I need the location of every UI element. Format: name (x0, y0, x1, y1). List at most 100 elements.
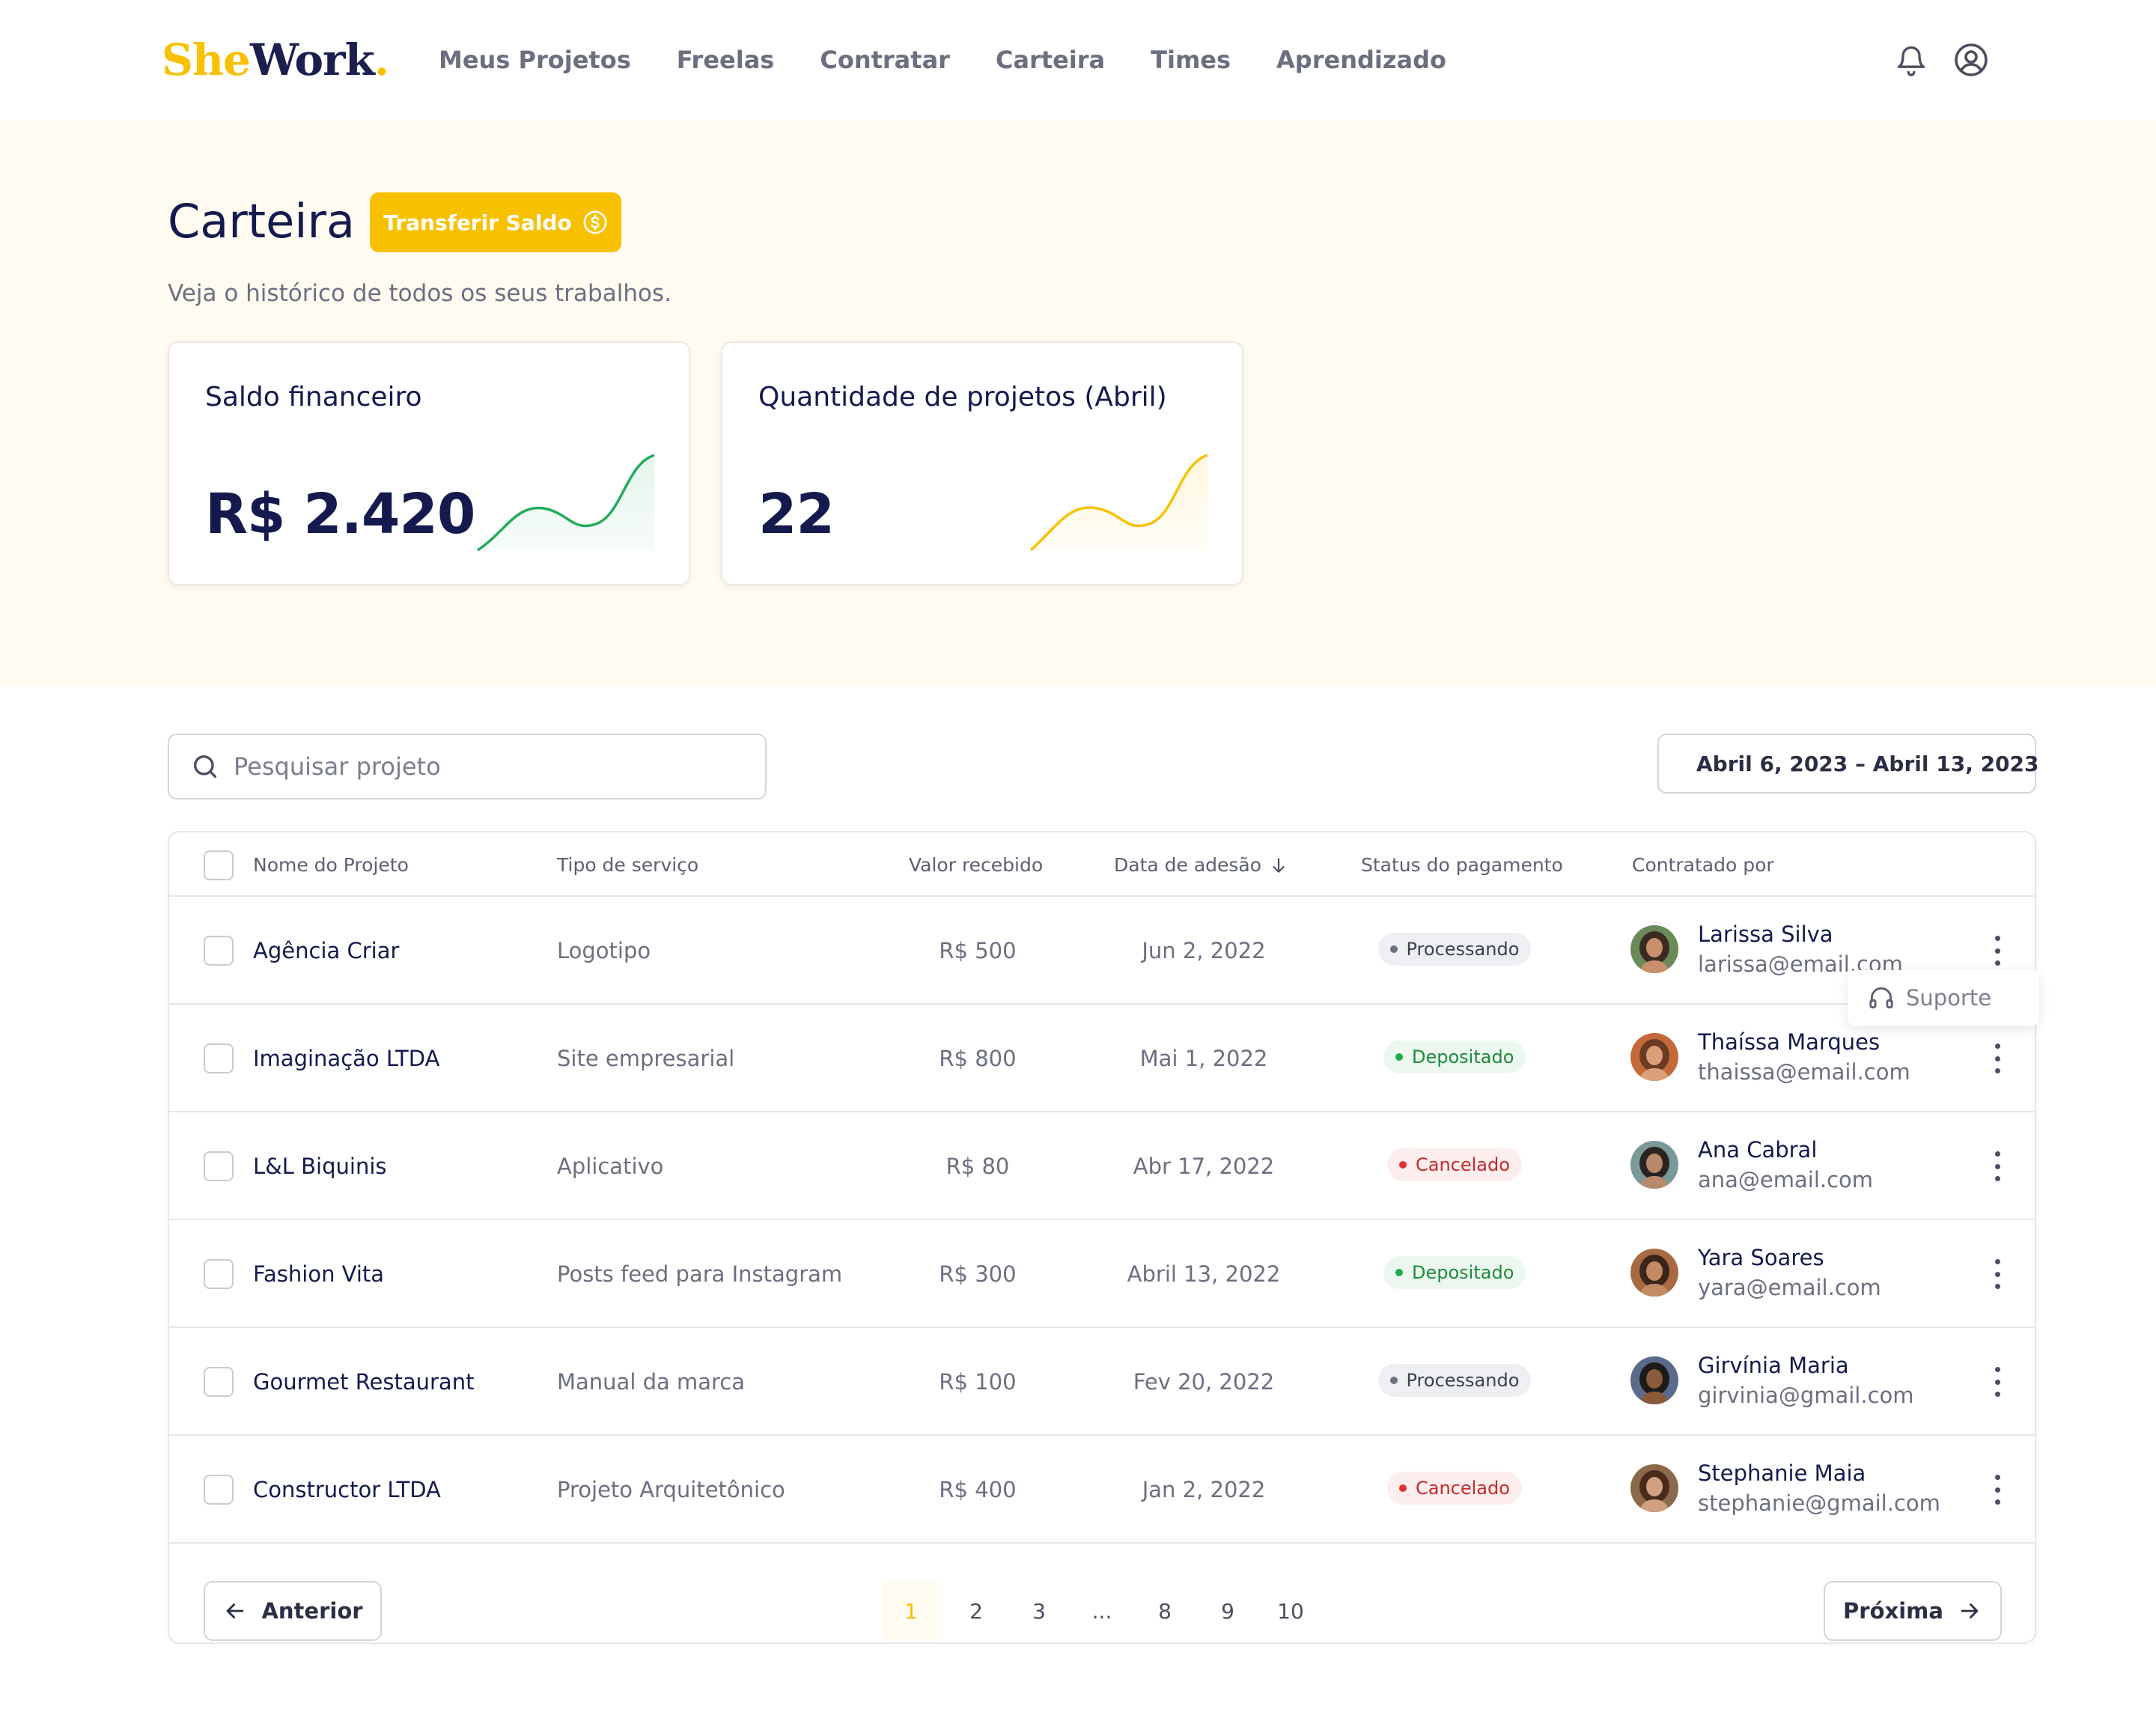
payment-status-label: Cancelado (1416, 1478, 1510, 1499)
hired-by-email: stephanie@gmail.com (1698, 1490, 1940, 1516)
project-name: L&L Biquinis (253, 1154, 387, 1179)
hired-by-name: Girvínia Maria (1698, 1353, 1849, 1378)
select-all-checkbox[interactable] (204, 850, 234, 880)
more-options-icon[interactable] (1988, 1041, 2006, 1076)
avatar (1630, 1249, 1678, 1297)
value-received: R$ 500 (939, 938, 1017, 963)
more-options-icon[interactable] (1988, 1364, 2006, 1400)
balance-card-title: Saldo financeiro (205, 382, 422, 412)
page-2-button[interactable]: 2 (945, 1581, 1008, 1641)
support-label: Suporte (1906, 985, 1992, 1011)
date-range-label: Abril 6, 2023 – Abril 13, 2023 (1696, 751, 2039, 776)
column-header-value-received[interactable]: Valor recebido (909, 850, 1043, 880)
status-dot (1399, 1484, 1407, 1492)
arrow-left-icon (227, 1603, 244, 1618)
top-navigation: SheWork. Meus Projetos Freelas Contratar… (0, 0, 2156, 120)
project-name: Constructor LTDA (253, 1477, 441, 1502)
column-header-payment-status[interactable]: Status do pagamento (1361, 850, 1563, 880)
search-input[interactable] (234, 752, 728, 781)
page-10-button[interactable]: 10 (1259, 1581, 1322, 1641)
table-row[interactable]: Constructor LTDA Projeto Arquitetônico R… (169, 1436, 2035, 1544)
payment-status-badge: Depositado (1383, 1041, 1526, 1073)
project-name: Gourmet Restaurant (253, 1369, 475, 1395)
service-type: Aplicativo (557, 1154, 664, 1179)
more-options-icon[interactable] (1988, 1472, 2006, 1508)
page-9-button[interactable]: 9 (1196, 1581, 1259, 1641)
header-actions (1892, 39, 1990, 81)
row-checkbox[interactable] (204, 1367, 234, 1397)
column-header-join-date[interactable]: Data de adesão (1114, 850, 1288, 880)
nav-carteira[interactable]: Carteira (996, 41, 1105, 79)
main-nav: Meus Projetos Freelas Contratar Carteira… (439, 41, 1492, 79)
arrow-right-icon (1961, 1603, 1979, 1618)
row-checkbox[interactable] (204, 936, 234, 966)
column-header-project-name[interactable]: Nome do Projeto (253, 850, 409, 880)
hired-by-email: thaissa@email.com (1698, 1059, 1910, 1085)
payment-status-label: Depositado (1412, 1047, 1514, 1067)
project-search[interactable] (168, 734, 767, 799)
column-header-service-type[interactable]: Tipo de serviço (557, 850, 698, 880)
previous-page-button[interactable]: Anterior (204, 1581, 382, 1641)
payment-status-badge: Cancelado (1387, 1472, 1522, 1505)
arrow-down-icon (1273, 858, 1285, 873)
row-checkbox[interactable] (204, 1151, 234, 1181)
more-options-icon[interactable] (1988, 933, 2006, 969)
avatar (1630, 1141, 1678, 1189)
more-options-icon[interactable] (1988, 1148, 2006, 1184)
row-checkbox[interactable] (204, 1475, 234, 1505)
join-date: Jan 2, 2022 (1142, 1477, 1266, 1502)
projects-card-title: Quantidade de projetos (Abril) (758, 382, 1167, 412)
page-8-button[interactable]: 8 (1133, 1581, 1196, 1641)
value-received: R$ 100 (939, 1369, 1017, 1395)
nav-times[interactable]: Times (1151, 41, 1231, 79)
payment-status-label: Processando (1406, 939, 1520, 960)
shework-logo[interactable]: SheWork. (162, 30, 389, 90)
column-header-hired-by[interactable]: Contratado por (1632, 850, 1774, 880)
payment-status-badge: Depositado (1383, 1256, 1526, 1289)
nav-contratar[interactable]: Contratar (820, 41, 950, 79)
page-3-button[interactable]: 3 (1008, 1581, 1071, 1641)
table-row[interactable]: Agência Criar Logotipo R$ 500 Jun 2, 202… (169, 897, 2035, 1005)
table-row[interactable]: L&L Biquinis Aplicativo R$ 80 Abr 17, 20… (169, 1112, 2035, 1220)
page-numbers: 1 2 3 ... 8 9 10 (882, 1581, 1322, 1641)
project-name: Fashion Vita (253, 1261, 385, 1287)
payment-status-label: Cancelado (1416, 1154, 1510, 1175)
projects-trend-sparkline (1029, 454, 1208, 552)
join-date: Abril 13, 2022 (1127, 1261, 1281, 1287)
nav-meus-projetos[interactable]: Meus Projetos (439, 41, 631, 79)
coin-icon (583, 210, 607, 234)
hired-by-email: yara@email.com (1698, 1275, 1881, 1300)
bell-icon[interactable] (1892, 39, 1930, 81)
page-1-button[interactable]: 1 (882, 1581, 940, 1641)
project-name: Agência Criar (253, 938, 400, 963)
status-dot (1399, 1161, 1407, 1169)
join-date: Abr 17, 2022 (1133, 1154, 1275, 1179)
date-range-picker[interactable]: Abril 6, 2023 – Abril 13, 2023 (1657, 734, 2039, 793)
status-dot (1395, 1269, 1403, 1276)
value-received: R$ 400 (939, 1477, 1017, 1502)
payment-status-label: Depositado (1412, 1262, 1514, 1283)
more-options-icon[interactable] (1988, 1256, 2006, 1292)
projects-card-value: 22 (758, 482, 835, 546)
payment-status-badge: Cancelado (1387, 1148, 1522, 1181)
transfer-balance-button[interactable]: Transferir Saldo (370, 192, 621, 252)
nav-freelas[interactable]: Freelas (677, 41, 775, 79)
next-page-label: Próxima (1843, 1598, 1943, 1624)
table-row[interactable]: Imaginação LTDA Site empresarial R$ 800 … (169, 1005, 2035, 1112)
value-received: R$ 80 (945, 1154, 1010, 1179)
table-row[interactable]: Fashion Vita Posts feed para Instagram R… (169, 1220, 2035, 1328)
row-checkbox[interactable] (204, 1044, 234, 1073)
row-checkbox[interactable] (204, 1259, 234, 1289)
service-type: Posts feed para Instagram (557, 1261, 843, 1287)
user-circle-icon[interactable] (1952, 39, 1990, 81)
hired-by-name: Thaíssa Marques (1698, 1029, 1881, 1055)
value-received: R$ 800 (939, 1046, 1017, 1071)
payment-status-badge: Processando (1377, 933, 1532, 966)
nav-aprendizado[interactable]: Aprendizado (1276, 41, 1446, 79)
table-row[interactable]: Gourmet Restaurant Manual da marca R$ 10… (169, 1328, 2035, 1436)
support-menu-item[interactable]: Suporte (1848, 970, 2039, 1026)
hired-by-email: ana@email.com (1698, 1167, 1874, 1192)
service-type: Manual da marca (557, 1369, 746, 1395)
next-page-button[interactable]: Próxima (1824, 1581, 2002, 1641)
project-name: Imaginação LTDA (253, 1046, 440, 1071)
